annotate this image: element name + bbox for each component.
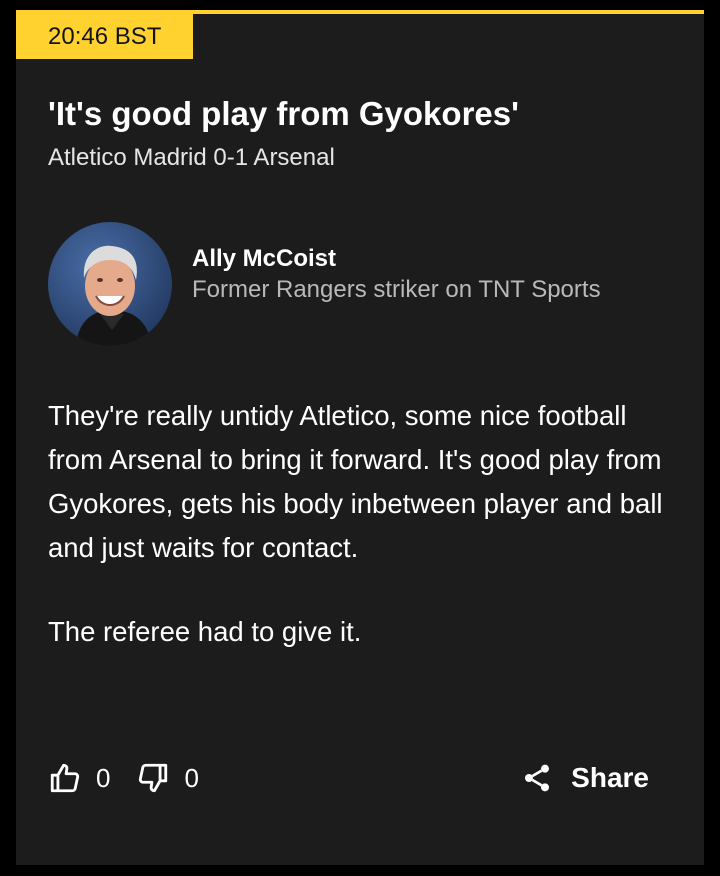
avatar-photo-icon bbox=[48, 222, 172, 346]
share-icon bbox=[525, 764, 550, 792]
author-block: Ally McCoist Former Rangers striker on T… bbox=[48, 222, 601, 346]
post-title: 'It's good play from Gyokores' bbox=[48, 95, 519, 132]
body-paragraph: The referee had to give it. bbox=[48, 616, 362, 647]
like-button[interactable]: 0 bbox=[48, 761, 110, 795]
thumbs-down-icon bbox=[139, 763, 168, 793]
avatar bbox=[48, 222, 172, 346]
author-name: Ally McCoist bbox=[192, 245, 337, 272]
live-update-card: 20:46 BST 'It's good play from Gyokores'… bbox=[16, 10, 704, 865]
thumbs-up-icon bbox=[50, 763, 80, 793]
share-label: Share bbox=[571, 762, 649, 793]
dislike-button[interactable]: 0 bbox=[136, 761, 199, 795]
reaction-bar: 0 0 Share bbox=[48, 754, 649, 802]
body-paragraph: They're really untidy Atletico, some nic… bbox=[48, 400, 663, 563]
timestamp-badge: 20:46 BST bbox=[16, 14, 194, 59]
like-count: 0 bbox=[96, 762, 111, 793]
post-body: They're really untidy Atletico, some nic… bbox=[48, 394, 678, 694]
share-button[interactable]: Share bbox=[521, 762, 649, 794]
author-info: Ally McCoist Former Rangers striker on T… bbox=[192, 244, 601, 306]
author-role: Former Rangers striker on TNT Sports bbox=[192, 276, 601, 303]
dislike-count: 0 bbox=[184, 762, 199, 793]
match-score: Atletico Madrid 0-1 Arsenal bbox=[48, 144, 335, 171]
